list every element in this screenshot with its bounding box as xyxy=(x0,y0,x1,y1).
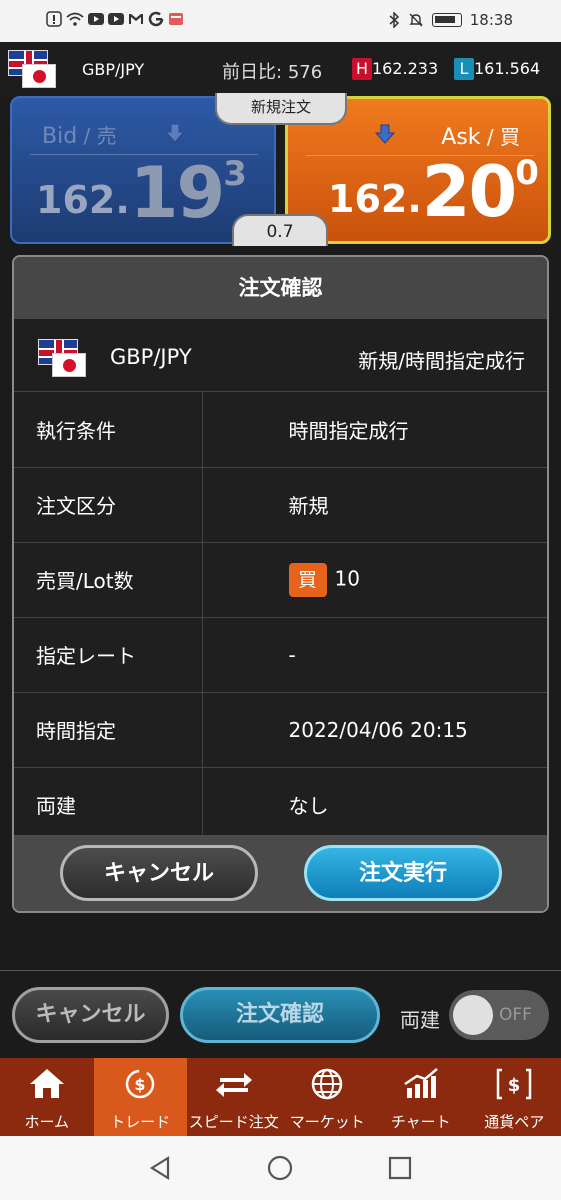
app-icon xyxy=(169,13,183,25)
daily-change: 前日比: 576 xyxy=(222,62,323,83)
svg-text:$: $ xyxy=(135,1075,146,1094)
row-value: 2022/04/06 20:15 xyxy=(202,692,547,768)
mute-bell-icon xyxy=(409,13,423,27)
chart-icon xyxy=(404,1068,438,1098)
tab-label: マーケット xyxy=(289,1113,365,1131)
tab-label: スピード注文 xyxy=(188,1113,279,1131)
dialog-title: 注文確認 xyxy=(14,257,547,319)
gmail-icon xyxy=(129,14,143,24)
arrow-down-icon xyxy=(374,124,396,144)
alert-icon xyxy=(46,11,62,27)
globe-icon xyxy=(312,1068,343,1100)
dialog-cancel-button[interactable]: キャンセル xyxy=(60,845,258,901)
gbp-jpy-flag-icon xyxy=(8,50,56,90)
row-value: なし xyxy=(202,767,547,843)
row-value: 新規 xyxy=(202,467,547,543)
tab-trade[interactable]: $ トレード xyxy=(93,1058,187,1136)
action-bar: キャンセル 注文確認 両建 OFF xyxy=(0,970,561,1058)
quote-header: GBP/JPY 前日比: 576 H 162.233 L 161.564 xyxy=(0,42,561,96)
row-value: - xyxy=(202,617,547,693)
arrow-down-icon xyxy=(164,123,186,143)
dialog-button-bar: キャンセル 注文実行 xyxy=(14,835,547,911)
speed-order-icon xyxy=(215,1073,252,1097)
row-key: 両建 xyxy=(14,767,203,843)
table-row: 執行条件 時間指定成行 xyxy=(14,392,547,468)
high-price: H 162.233 xyxy=(352,58,438,80)
high-badge: H xyxy=(352,58,372,80)
tab-speed-order[interactable]: スピード注文 xyxy=(187,1058,281,1136)
tab-market[interactable]: マーケット xyxy=(281,1058,375,1136)
order-detail-table: 執行条件 時間指定成行 注文区分 新規 売買/Lot数 買 10 指定レート - … xyxy=(14,392,547,843)
low-price: L 161.564 xyxy=(454,58,540,80)
trade-icon: $ xyxy=(126,1069,155,1099)
bottom-tab-bar: ホーム $ トレード スピード注文 マーケット チャート $ 通貨ペア xyxy=(0,1058,561,1136)
dialog-pair: GBP/JPY xyxy=(110,345,192,369)
table-row: 指定レート - xyxy=(14,617,547,693)
bid-price: 162. 19 3 xyxy=(36,152,247,234)
tab-label: チャート xyxy=(390,1113,451,1131)
youtube-icon xyxy=(88,13,104,25)
row-key: 執行条件 xyxy=(14,392,203,468)
row-value: 時間指定成行 xyxy=(202,392,547,468)
header-pair: GBP/JPY xyxy=(82,60,145,79)
system-icons: 18:38 xyxy=(388,11,513,29)
table-row: 時間指定 2022/04/06 20:15 xyxy=(14,692,547,768)
ask-label: Ask / 買 xyxy=(441,125,520,150)
gbp-jpy-flag-icon xyxy=(38,339,86,379)
youtube-icon xyxy=(108,13,124,25)
back-icon[interactable] xyxy=(146,1154,174,1182)
row-key: 指定レート xyxy=(14,617,203,693)
currency-pair-icon: $ xyxy=(497,1068,532,1100)
spread-value: 0.7 xyxy=(232,214,328,246)
row-key: 売買/Lot数 xyxy=(14,542,203,618)
row-value: 買 10 xyxy=(202,542,547,618)
wifi-icon xyxy=(66,12,84,26)
new-order-tab[interactable]: 新規注文 xyxy=(215,93,347,125)
row-key: 注文区分 xyxy=(14,467,203,543)
row-key: 時間指定 xyxy=(14,692,203,768)
order-confirm-dialog: 注文確認 GBP/JPY 新規/時間指定成行 執行条件 時間指定成行 注文区分 … xyxy=(12,255,549,913)
low-badge: L xyxy=(454,58,474,80)
home-nav-icon[interactable] xyxy=(266,1154,294,1182)
android-nav-bar xyxy=(0,1136,561,1200)
status-bar: 18:38 xyxy=(0,0,561,42)
tab-label: ホーム xyxy=(24,1113,70,1131)
home-icon xyxy=(29,1069,64,1098)
svg-text:$: $ xyxy=(508,1075,521,1096)
toggle-knob xyxy=(453,995,493,1035)
cancel-button[interactable]: キャンセル xyxy=(12,987,169,1043)
google-icon xyxy=(148,11,164,27)
tab-chart[interactable]: チャート xyxy=(374,1058,468,1136)
tab-label: 通貨ペア xyxy=(484,1113,545,1131)
tab-currency-pair[interactable]: $ 通貨ペア xyxy=(468,1058,561,1136)
buy-badge: 買 xyxy=(288,562,327,597)
execute-order-button[interactable]: 注文実行 xyxy=(304,845,502,901)
dialog-pair-row: GBP/JPY 新規/時間指定成行 xyxy=(14,319,547,392)
hedge-toggle[interactable]: OFF xyxy=(449,990,549,1040)
bluetooth-icon xyxy=(389,12,399,28)
clock: 18:38 xyxy=(469,11,513,29)
table-row: 売買/Lot数 買 10 xyxy=(14,542,547,618)
dialog-order-type: 新規/時間指定成行 xyxy=(358,349,525,373)
tab-home[interactable]: ホーム xyxy=(0,1058,94,1136)
ask-price: 162. 20 0 xyxy=(328,151,539,233)
confirm-order-button[interactable]: 注文確認 xyxy=(180,987,380,1043)
recents-icon[interactable] xyxy=(386,1154,414,1182)
toggle-state: OFF xyxy=(499,1005,532,1025)
lot-value: 10 xyxy=(334,566,360,590)
table-row: 両建 なし xyxy=(14,767,547,843)
battery-icon xyxy=(431,13,462,27)
bid-label: Bid / 売 xyxy=(42,124,117,149)
table-row: 注文区分 新規 xyxy=(14,467,547,543)
hedge-label: 両建 xyxy=(400,1008,440,1032)
notification-icons xyxy=(46,11,184,27)
tab-label: トレード xyxy=(110,1113,171,1131)
